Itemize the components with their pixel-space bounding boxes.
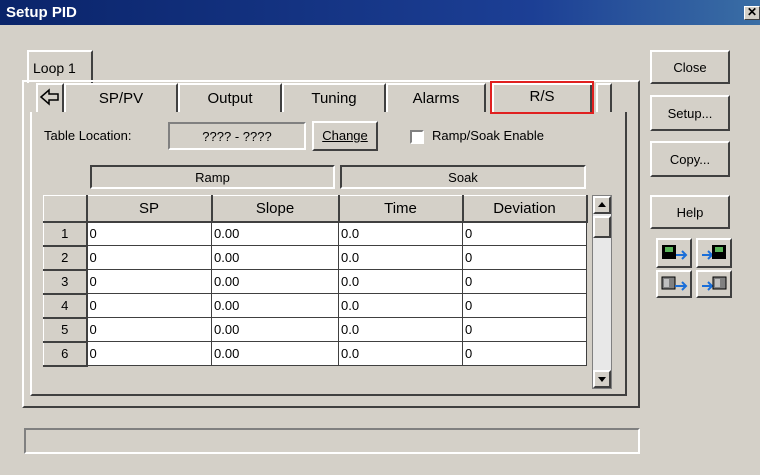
deviation-cell[interactable]: 0 [462, 269, 587, 294]
load-from-controller-icon [661, 276, 688, 291]
status-bar [24, 428, 640, 454]
time-cell[interactable]: 0.0 [338, 317, 463, 342]
scroll-down-button[interactable] [593, 370, 611, 388]
deviation-cell[interactable]: 0 [462, 221, 587, 246]
close-button-label: Close [673, 60, 707, 75]
tab-sp-pv[interactable]: SP/PV [64, 83, 178, 112]
table-corner [43, 195, 88, 223]
setup-button[interactable]: Setup... [650, 95, 730, 131]
copy-button[interactable]: Copy... [650, 141, 730, 177]
table-row: 3 0 0.00 0.0 0 [43, 269, 587, 295]
setup-pid-window: Setup PID ✕ Loop 1 SP/PV Output Tuning A… [0, 0, 760, 475]
slope-cell[interactable]: 0.00 [211, 269, 339, 294]
tab-sp-pv-label: SP/PV [98, 90, 144, 107]
column-header-deviation[interactable]: Deviation [462, 195, 588, 223]
row-header[interactable]: 5 [43, 317, 88, 343]
time-cell[interactable]: 0.0 [338, 245, 463, 270]
row-header[interactable]: 2 [43, 245, 88, 271]
table-row: 5 0 0.00 0.0 0 [43, 317, 587, 343]
deviation-cell[interactable]: 0 [462, 293, 587, 318]
time-cell[interactable]: 0.0 [338, 341, 463, 366]
table-scrollbar[interactable] [592, 195, 612, 389]
change-button[interactable]: Change [312, 121, 378, 151]
setup-button-label: Setup... [667, 106, 713, 121]
table-row: 2 0 0.00 0.0 0 [43, 245, 587, 271]
scroll-thumb[interactable] [593, 216, 611, 238]
column-header-time[interactable]: Time [338, 195, 464, 223]
slope-cell[interactable]: 0.00 [211, 221, 339, 246]
deviation-cell[interactable]: 0 [462, 317, 587, 342]
table-row: 6 0 0.00 0.0 0 [43, 341, 587, 367]
slope-cell[interactable]: 0.00 [211, 293, 339, 318]
scroll-up-button[interactable] [593, 196, 611, 214]
row-header[interactable]: 3 [43, 269, 88, 295]
time-cell[interactable]: 0.0 [338, 269, 463, 294]
soak-group-label: Soak [448, 170, 478, 185]
window-title: Setup PID [6, 4, 77, 21]
window-close-button[interactable]: ✕ [744, 6, 760, 20]
tab-output[interactable]: Output [178, 83, 282, 112]
slope-cell[interactable]: 0.00 [211, 317, 339, 342]
title-bar[interactable]: Setup PID ✕ [0, 0, 760, 25]
table-location-field: ???? - ???? [168, 122, 306, 150]
arrow-down-icon [598, 377, 606, 382]
sp-cell[interactable]: 0 [86, 221, 212, 246]
column-header-slope[interactable]: Slope [211, 195, 340, 223]
save-to-disk-icon [702, 245, 726, 260]
tab-alarms-label: Alarms [412, 90, 460, 107]
sp-cell[interactable]: 0 [86, 341, 212, 366]
deviation-cell[interactable]: 0 [462, 245, 587, 270]
load-from-disk-button[interactable] [656, 238, 692, 268]
help-button-label: Help [676, 205, 704, 220]
change-button-label: Change [322, 128, 368, 143]
load-from-controller-button[interactable] [656, 270, 692, 298]
help-button[interactable]: Help [650, 195, 730, 229]
tab-r-s-label: R/S [529, 88, 555, 105]
time-cell[interactable]: 0.0 [338, 221, 463, 246]
sp-cell[interactable]: 0 [86, 293, 212, 318]
sp-cell[interactable]: 0 [86, 317, 212, 342]
save-to-disk-button[interactable] [696, 238, 732, 268]
table-row: 4 0 0.00 0.0 0 [43, 293, 587, 319]
close-icon: ✕ [746, 5, 758, 19]
back-arrow-icon [39, 88, 59, 106]
load-from-disk-icon [662, 245, 688, 260]
slope-cell[interactable]: 0.00 [211, 245, 339, 270]
tab-alarms[interactable]: Alarms [386, 83, 486, 112]
close-button[interactable]: Close [650, 50, 730, 84]
save-to-controller-icon [702, 276, 727, 291]
tab-tuning-label: Tuning [311, 90, 357, 107]
soak-group-header: Soak [340, 165, 586, 189]
tab-loop-1[interactable]: Loop 1 [27, 50, 93, 83]
tab-back-arrow[interactable] [36, 83, 64, 112]
tab-r-s[interactable]: R/S [490, 81, 594, 114]
slope-cell[interactable]: 0.00 [211, 341, 339, 366]
table-location-value: ???? - ???? [202, 129, 272, 144]
tab-loop-1-label: Loop 1 [33, 60, 76, 76]
ramp-soak-enable-label[interactable]: Ramp/Soak Enable [432, 128, 544, 143]
sp-cell[interactable]: 0 [86, 269, 212, 294]
deviation-cell[interactable]: 0 [462, 341, 587, 366]
sp-cell[interactable]: 0 [86, 245, 212, 270]
row-header[interactable]: 6 [43, 341, 88, 367]
table-location-label: Table Location: [44, 128, 132, 143]
tab-tuning[interactable]: Tuning [282, 83, 386, 112]
tab-output-label: Output [207, 90, 253, 107]
table-header-row: SP Slope Time Deviation [43, 195, 588, 223]
ramp-soak-table: SP Slope Time Deviation 1 0 0.00 0.0 0 2… [43, 195, 588, 367]
row-header[interactable]: 4 [43, 293, 88, 319]
ramp-soak-enable-checkbox[interactable] [410, 130, 424, 144]
copy-button-label: Copy... [669, 152, 711, 167]
column-header-sp[interactable]: SP [86, 195, 213, 223]
time-cell[interactable]: 0.0 [338, 293, 463, 318]
save-to-controller-button[interactable] [696, 270, 732, 298]
row-header[interactable]: 1 [43, 221, 88, 247]
ramp-group-label: Ramp [195, 170, 230, 185]
arrow-up-icon [598, 202, 606, 207]
table-row: 1 0 0.00 0.0 0 [43, 221, 587, 247]
ramp-group-header: Ramp [90, 165, 335, 189]
tab-empty [596, 83, 612, 112]
